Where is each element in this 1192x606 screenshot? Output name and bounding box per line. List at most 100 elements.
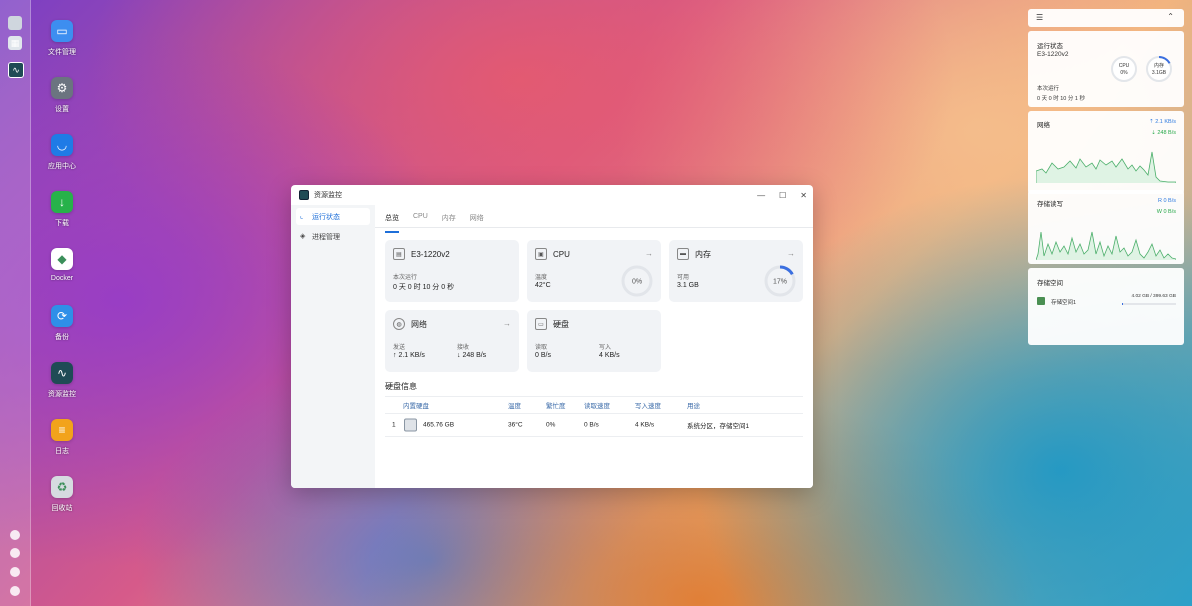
sidebar-item-label: 运行状态	[312, 213, 340, 221]
cpu-usage-ring: 0%	[621, 265, 653, 297]
resource-monitor-icon: ∿	[51, 362, 73, 384]
collapse-icon[interactable]: ⌃	[1167, 12, 1174, 21]
storage-usage-fill	[1122, 303, 1123, 305]
tab-network[interactable]: 网络	[470, 213, 484, 227]
window-title: 资源监控	[314, 192, 342, 199]
desktop-shortcut-settings[interactable]: ⚙ 设置	[38, 77, 86, 114]
sidebar-item-processes[interactable]: ◈ 进程管理	[296, 228, 370, 245]
sidebar-item-status[interactable]: ⌞ 运行状态	[296, 208, 370, 225]
close-icon[interactable]: ✕	[800, 191, 807, 200]
column-header: 温度	[508, 403, 521, 410]
cpu-icon: ▣	[535, 248, 547, 260]
user-icon[interactable]	[10, 567, 20, 577]
disk-read-label: 读取	[535, 345, 548, 351]
desktop-shortcut-resource-monitor[interactable]: ∿ 资源监控	[38, 362, 86, 399]
widget-settings-icon[interactable]: ☰	[1036, 13, 1043, 22]
minimize-icon[interactable]: —	[757, 191, 765, 200]
tab-memory[interactable]: 内存	[442, 213, 456, 227]
disk-read-value: 0 B/s	[535, 352, 551, 359]
desktop-shortcut-label: 文件管理	[48, 49, 76, 56]
system-card[interactable]: ▤ E3-1220v2 本次运行 0 天 0 时 10 分 0 秒	[385, 240, 519, 302]
layers-icon: ◈	[300, 233, 306, 240]
chart-icon: ⌞	[300, 213, 304, 220]
desktop-shortcut-label: Docker	[50, 275, 74, 282]
column-header: 内置硬盘	[403, 403, 429, 410]
resource-monitor-window: 资源监控 — ☐ ✕ ⌞ 运行状态 ◈ 进程管理 总览 CPU 内存 网络 ▤ E…	[291, 185, 813, 488]
storage-widget[interactable]: 存储空间 存储空间1 4.02 GB / 399.63 GB	[1028, 268, 1184, 345]
status-widget[interactable]: 运行状态 E3-1220v2 CPU 0% 内存 3.1GB 本次运行 0 天 …	[1028, 31, 1184, 107]
uptime-value: 0 天 0 时 10 分 0 秒	[393, 284, 455, 291]
network-widget[interactable]: 网络 ⇡ 2.1 KB/s ⇣ 248 B/s	[1028, 111, 1184, 194]
disk-write-speed: 4 KB/s	[635, 421, 655, 429]
desktop-shortcut-label: 日志	[55, 448, 69, 455]
desktop-shortcut-file-manager[interactable]: ▭ 文件管理	[38, 20, 86, 57]
tab-bar: 总览 CPU 内存 网络	[375, 205, 813, 233]
disk-write-value: 4 KB/s	[599, 352, 620, 359]
network-down-text: 248 B/s	[1157, 130, 1176, 136]
memory-avail-label: 可用	[677, 275, 690, 281]
desktop-shortcut-label: 回收站	[51, 505, 73, 512]
cpu-card[interactable]: ▣ CPU → 温度 42°C 0%	[527, 240, 661, 302]
uptime-label: 本次运行	[393, 275, 418, 281]
hdd-icon	[404, 418, 417, 432]
taskbar: ▦ ∿	[0, 0, 31, 606]
window-titlebar[interactable]: 资源监控 — ☐ ✕	[291, 185, 813, 205]
storage-widget-title: 存储空间	[1037, 280, 1063, 287]
disk-usage: 系统分区，存储空间1	[687, 423, 750, 430]
system-name: E3-1220v2	[411, 249, 450, 259]
power-icon[interactable]	[10, 586, 20, 596]
bell-icon[interactable]	[10, 548, 20, 558]
storage-write-value: W 0 B/s	[1156, 209, 1176, 215]
storage-name: 存储空间1	[1051, 300, 1077, 306]
disk-info-table: 内置硬盘 温度 繁忙度 读取速度 写入速度 用途 1 465.76 GB 36°…	[385, 396, 803, 437]
memory-avail-value: 3.1 GB	[677, 282, 699, 289]
memory-usage-ring: 17%	[764, 265, 796, 297]
storage-usage-bar	[1122, 303, 1176, 305]
arrow-right-icon[interactable]: →	[787, 249, 795, 258]
network-widget-title: 网络	[1037, 122, 1050, 129]
desktop-shortcut-recycle-bin[interactable]: ♻ 回收站	[38, 476, 86, 513]
memory-card[interactable]: ▬ 内存 → 可用 3.1 GB 17%	[669, 240, 803, 302]
column-header: 读取速度	[584, 403, 610, 410]
network-up-value: ⇡ 2.1 KB/s	[1149, 119, 1176, 125]
status-uptime-label: 本次运行	[1037, 86, 1060, 92]
desktop-shortcut-label: 设置	[55, 106, 69, 113]
logs-icon: ≡	[51, 419, 73, 441]
cpu-temp-label: 温度	[535, 275, 548, 281]
disk-card[interactable]: ▭ 硬盘 读取 0 B/s 写入 4 KB/s	[527, 310, 661, 372]
backup-icon: ⟳	[51, 305, 73, 327]
storage-icon	[1037, 297, 1045, 305]
desktop-shortcut-logs[interactable]: ≡ 日志	[38, 419, 86, 456]
tab-cpu[interactable]: CPU	[413, 213, 428, 227]
arrow-right-icon[interactable]: →	[503, 319, 511, 328]
app-grid-icon[interactable]: ▦	[8, 36, 22, 50]
desktop-icon[interactable]	[8, 16, 22, 30]
disk-title: 硬盘	[553, 319, 569, 329]
network-card[interactable]: ◍ 网络 → 发送 ↑ 2.1 KB/s 接收 ↓ 248 B/s	[385, 310, 519, 372]
network-recv-label: 接收	[457, 345, 470, 351]
network-up-text: 2.1 KB/s	[1155, 119, 1176, 125]
status-widget-title: 运行状态	[1037, 43, 1063, 50]
status-widget-host: E3-1220v2	[1037, 51, 1069, 58]
desktop-shortcut-docker[interactable]: ◆ Docker	[38, 248, 86, 282]
network-send-label: 发送	[393, 345, 406, 351]
table-header: 内置硬盘 温度 繁忙度 读取速度 写入速度 用途	[385, 396, 803, 414]
desktop-shortcut-backup[interactable]: ⟳ 备份	[38, 305, 86, 342]
cpu-mini-ring: CPU 0%	[1111, 56, 1137, 82]
recycle-bin-icon: ♻	[51, 476, 73, 498]
window-sidebar: ⌞ 运行状态 ◈ 进程管理	[291, 205, 375, 488]
desktop-shortcut-app-center[interactable]: ◡ 应用中心	[38, 134, 86, 171]
help-icon[interactable]	[10, 530, 20, 540]
desktop-shortcut-download[interactable]: ↓ 下载	[38, 191, 86, 228]
maximize-icon[interactable]: ☐	[779, 191, 786, 200]
disk-read-speed: 0 B/s	[584, 421, 599, 429]
table-row[interactable]: 1 465.76 GB 36°C 0% 0 B/s 4 KB/s 系统分区，存储…	[385, 414, 803, 437]
disk-temp: 36°C	[508, 421, 523, 429]
download-icon: ↓	[51, 191, 73, 213]
resource-monitor-task-icon[interactable]: ∿	[8, 62, 24, 78]
status-uptime-value: 0 天 0 时 10 分 1 秒	[1037, 96, 1085, 102]
storage-io-widget[interactable]: 存储读写 R 0 B/s W 0 B/s	[1028, 190, 1184, 264]
arrow-right-icon[interactable]: →	[645, 249, 653, 258]
tab-overview[interactable]: 总览	[385, 213, 399, 233]
storage-usage: 4.02 GB / 399.63 GB	[1131, 294, 1176, 299]
